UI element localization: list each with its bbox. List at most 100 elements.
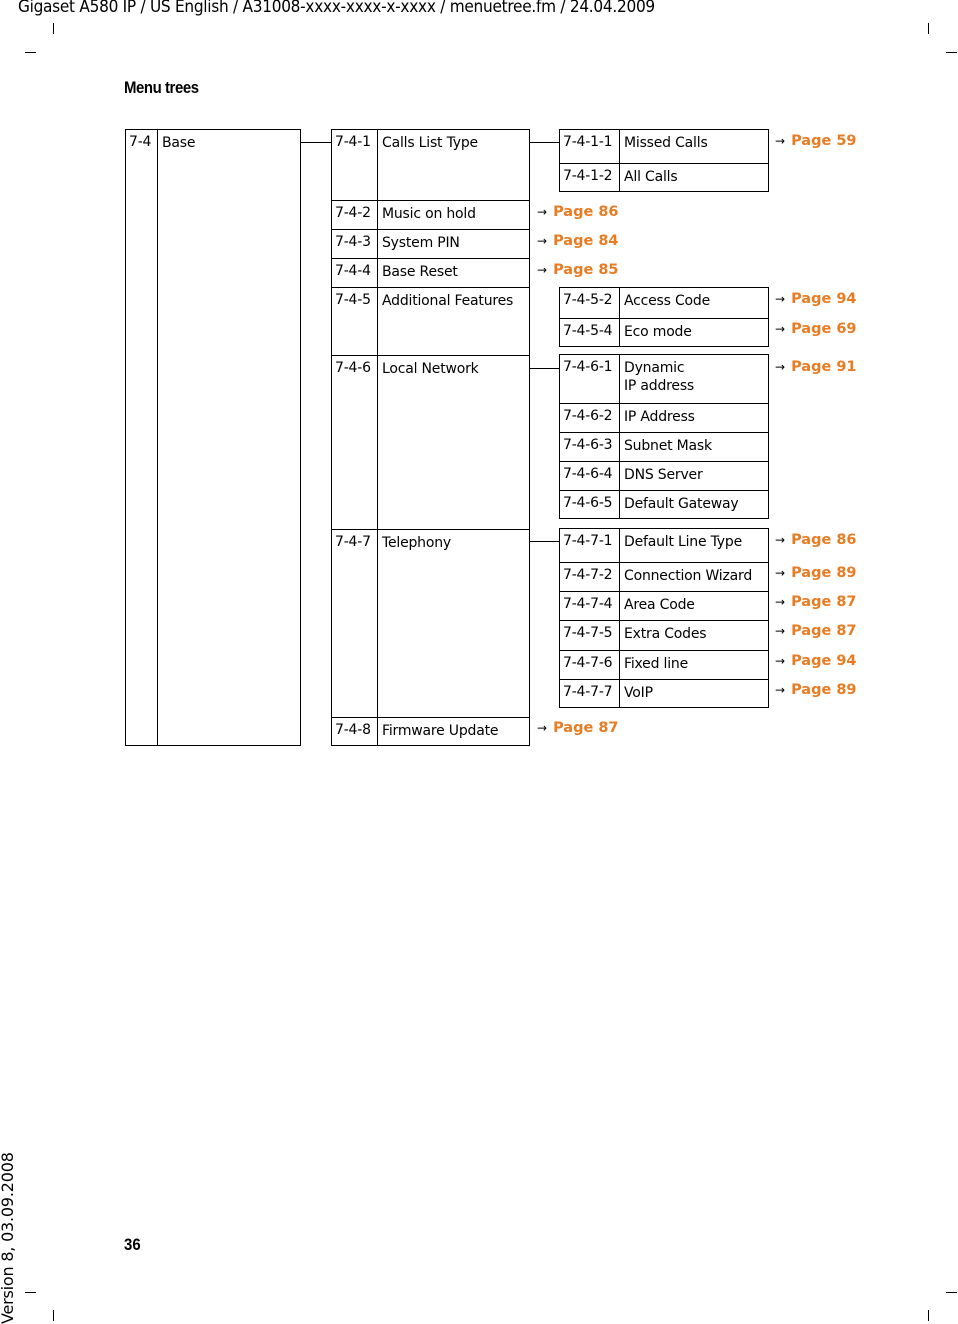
arrow-right-icon: → bbox=[775, 595, 786, 609]
menu-item-default-line-type[interactable]: 7-4-7-1 Default Line Type bbox=[560, 529, 768, 562]
menu-label: VoIP bbox=[624, 685, 653, 701]
menu-item-subnet-mask[interactable]: 7-4-6-3 Subnet Mask bbox=[560, 432, 768, 461]
page-link[interactable]: Page 85 bbox=[553, 262, 618, 278]
menu-item-system-pin[interactable]: 7-4-3 System PIN bbox=[332, 229, 529, 258]
menu-item-music-on-hold[interactable]: 7-4-2 Music on hold bbox=[332, 200, 529, 229]
page-ref-extra-codes[interactable]: → Page 87 bbox=[775, 623, 857, 639]
page-ref-area-code[interactable]: → Page 87 bbox=[775, 594, 857, 610]
menu-level2-list: 7-4-1 Calls List Type 7-4-2 Music on hol… bbox=[331, 129, 530, 746]
page-link[interactable]: Page 89 bbox=[791, 565, 856, 581]
menu-code: 7-4-1 bbox=[332, 130, 378, 200]
menu-label: IP Address bbox=[624, 409, 695, 425]
menu-item-area-code[interactable]: 7-4-7-4 Area Code bbox=[560, 591, 768, 620]
menu-item-eco-mode[interactable]: 7-4-5-4 Eco mode bbox=[560, 318, 768, 346]
menu-label: Access Code bbox=[624, 293, 711, 309]
menu-root-base: 7-4 Base bbox=[125, 129, 301, 746]
arrow-right-icon: → bbox=[775, 134, 786, 148]
menu-item-fixed-line[interactable]: 7-4-7-6 Fixed line bbox=[560, 650, 768, 679]
page-ref-system-pin[interactable]: → Page 84 bbox=[537, 233, 619, 249]
menu-code: 7-4-7 bbox=[332, 530, 378, 717]
menu-label: Area Code bbox=[624, 597, 695, 613]
menu-item-firmware-update[interactable]: 7-4-8 Firmware Update bbox=[332, 717, 529, 745]
page-link[interactable]: Page 91 bbox=[791, 359, 856, 375]
menu-label: Eco mode bbox=[624, 324, 692, 340]
menu-code: 7-4-8 bbox=[332, 718, 378, 745]
arrow-right-icon: → bbox=[775, 566, 786, 580]
page-ref-music-on-hold[interactable]: → Page 86 bbox=[537, 204, 619, 220]
crop-mark-bottom-left-v bbox=[53, 1310, 54, 1321]
menu-label: Additional Features bbox=[382, 293, 514, 309]
page-ref-firmware-update[interactable]: → Page 87 bbox=[537, 720, 619, 736]
page-ref-connection-wizard[interactable]: → Page 89 bbox=[775, 565, 857, 581]
menu-item-voip[interactable]: 7-4-7-7 VoIP bbox=[560, 679, 768, 707]
page-ref-eco-mode[interactable]: → Page 69 bbox=[775, 321, 857, 337]
page-ref-calls-list-type[interactable]: → Page 59 bbox=[775, 133, 857, 149]
page-link[interactable]: Page 94 bbox=[791, 291, 856, 307]
page-link[interactable]: Page 87 bbox=[553, 720, 618, 736]
menu-item-dynamic-ip-address[interactable]: 7-4-6-1 Dynamic IP address bbox=[560, 355, 768, 403]
connector-line bbox=[530, 541, 560, 542]
menu-label: Base Reset bbox=[382, 264, 458, 280]
menu-code: 7-4-2 bbox=[332, 201, 378, 229]
menu-item-extra-codes[interactable]: 7-4-7-5 Extra Codes bbox=[560, 620, 768, 650]
page-link[interactable]: Page 94 bbox=[791, 653, 856, 669]
menu-item-default-gateway[interactable]: 7-4-6-5 Default Gateway bbox=[560, 490, 768, 518]
page-ref-access-code[interactable]: → Page 94 bbox=[775, 291, 857, 307]
menu-label-line: IP address bbox=[624, 378, 695, 394]
menu-label: Base bbox=[162, 135, 196, 151]
page-link[interactable]: Page 59 bbox=[791, 133, 856, 149]
menu-item-connection-wizard[interactable]: 7-4-7-2 Connection Wizard bbox=[560, 562, 768, 591]
page-ref-voip[interactable]: → Page 89 bbox=[775, 682, 857, 698]
menu-code: 7-4-6 bbox=[332, 356, 378, 529]
menu-label: Dynamic IP address bbox=[620, 355, 768, 403]
menu-code: 7-4-5 bbox=[332, 288, 378, 355]
menu-item-ip-address[interactable]: 7-4-6-2 IP Address bbox=[560, 403, 768, 432]
menu-code: 7-4-7-5 bbox=[560, 621, 620, 650]
arrow-right-icon: → bbox=[775, 533, 786, 547]
page-link[interactable]: Page 87 bbox=[791, 623, 856, 639]
submenu-local-network: 7-4-6-1 Dynamic IP address 7-4-6-2 IP Add… bbox=[559, 354, 769, 519]
menu-code: 7-4-6-2 bbox=[560, 404, 620, 432]
menu-label: Local Network bbox=[382, 361, 479, 377]
menu-code: 7-4-7-1 bbox=[560, 529, 620, 562]
page-link[interactable]: Page 84 bbox=[553, 233, 618, 249]
menu-label: Calls List Type bbox=[382, 135, 478, 151]
page-ref-fixed-line[interactable]: → Page 94 bbox=[775, 653, 857, 669]
submenu-additional-features: 7-4-5-2 Access Code 7-4-5-4 Eco mode bbox=[559, 287, 769, 347]
arrow-right-icon: → bbox=[775, 624, 786, 638]
menu-code: 7-4-5-2 bbox=[560, 288, 620, 318]
menu-item-base-reset[interactable]: 7-4-4 Base Reset bbox=[332, 258, 529, 287]
menu-label: Extra Codes bbox=[624, 626, 707, 642]
page-link[interactable]: Page 86 bbox=[791, 532, 856, 548]
menu-item-calls-list-type[interactable]: 7-4-1 Calls List Type bbox=[332, 130, 529, 200]
submenu-telephony: 7-4-7-1 Default Line Type 7-4-7-2 Connec… bbox=[559, 528, 769, 708]
menu-item-telephony[interactable]: 7-4-7 Telephony bbox=[332, 529, 529, 717]
crop-mark-bottom-right-h bbox=[946, 1292, 957, 1293]
menu-code: 7-4-7-7 bbox=[560, 680, 620, 707]
menu-label: Default Gateway bbox=[624, 496, 739, 512]
menu-code: 7-4-6-3 bbox=[560, 433, 620, 461]
menu-code: 7-4-1-2 bbox=[560, 164, 620, 191]
menu-item-missed-calls[interactable]: 7-4-1-1 Missed Calls bbox=[560, 130, 768, 163]
arrow-right-icon: → bbox=[775, 292, 786, 306]
menu-label: System PIN bbox=[382, 235, 460, 251]
menu-item-access-code[interactable]: 7-4-5-2 Access Code bbox=[560, 288, 768, 318]
menu-label: Fixed line bbox=[624, 656, 688, 672]
arrow-right-icon: → bbox=[775, 322, 786, 336]
page-ref-local-network[interactable]: → Page 91 bbox=[775, 359, 857, 375]
menu-item-local-network[interactable]: 7-4-6 Local Network bbox=[332, 355, 529, 529]
page-link[interactable]: Page 69 bbox=[791, 321, 856, 337]
menu-item-additional-features[interactable]: 7-4-5 Additional Features bbox=[332, 287, 529, 355]
menu-label: Subnet Mask bbox=[624, 438, 712, 454]
page-link[interactable]: Page 89 bbox=[791, 682, 856, 698]
arrow-right-icon: → bbox=[775, 654, 786, 668]
menu-item-dns-server[interactable]: 7-4-6-4 DNS Server bbox=[560, 461, 768, 490]
page-ref-base-reset[interactable]: → Page 85 bbox=[537, 262, 619, 278]
menu-code: 7-4-6-1 bbox=[560, 355, 620, 403]
menu-item-all-calls[interactable]: 7-4-1-2 All Calls bbox=[560, 163, 768, 191]
page-link[interactable]: Page 86 bbox=[553, 204, 618, 220]
page-link[interactable]: Page 87 bbox=[791, 594, 856, 610]
page-ref-default-line-type[interactable]: → Page 86 bbox=[775, 532, 857, 548]
menu-code: 7-4-3 bbox=[332, 230, 378, 258]
section-title: Menu trees bbox=[124, 78, 199, 97]
